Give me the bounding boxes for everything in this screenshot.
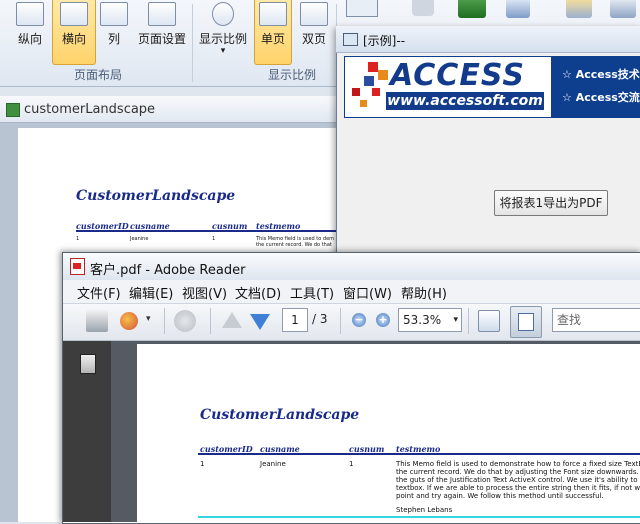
pdf-file-icon <box>70 258 85 275</box>
header-rule <box>76 230 336 232</box>
landscape-button[interactable]: 横向 <box>52 0 96 65</box>
pdf-cell-id: 1 <box>200 460 205 468</box>
cell-memo-line: the current record. We do that <box>256 242 332 248</box>
form-icon <box>343 33 358 46</box>
menu-document[interactable]: 文档(D) <box>235 283 281 302</box>
zoom-out-icon[interactable]: − <box>352 313 366 327</box>
single-page-button[interactable]: 单页 <box>254 0 292 65</box>
logo-square <box>352 88 360 96</box>
ribbon-divider <box>192 4 193 82</box>
toolbar-separator <box>164 308 165 334</box>
logo-square <box>360 100 367 107</box>
page-number-input[interactable]: 1 <box>282 308 308 332</box>
dropdown-arrow-icon[interactable]: ▾ <box>146 314 151 324</box>
zoom-in-icon[interactable]: + <box>376 313 390 327</box>
dropdown-arrow-icon: ▾ <box>220 46 226 56</box>
pages-panel-icon[interactable] <box>80 354 96 374</box>
pdf-memo-line: the current record. We do that by adjust… <box>396 468 640 476</box>
chevron-down-icon: ▾ <box>453 315 458 325</box>
zoom-value: 53.3% <box>403 313 442 327</box>
toolbar-separator <box>468 308 469 334</box>
logo-text: ACCESS <box>390 58 525 93</box>
reader-title: 客户.pdf - Adobe Reader <box>90 263 246 278</box>
group-label-zoom: 显示比例 <box>268 68 317 82</box>
pdf-memo-line: textbox. If we are able to process the e… <box>396 484 640 492</box>
report-title: CustomerLandscape <box>76 188 236 204</box>
dialog-title: [示例]-- <box>363 34 406 48</box>
pdf-header-rule <box>198 453 640 455</box>
menu-file[interactable]: 文件(F) <box>77 283 121 302</box>
report-icon <box>6 103 20 117</box>
fit-width-icon[interactable] <box>478 310 500 332</box>
text-export-icon[interactable] <box>506 0 530 18</box>
pdf-section-rule <box>198 516 640 518</box>
cell-num: 1 <box>212 236 216 242</box>
pdf-signature: Stephen Lebans <box>396 506 453 514</box>
print-icon[interactable] <box>86 310 108 332</box>
document-title[interactable]: customerLandscape <box>24 102 155 117</box>
next-page-icon[interactable] <box>250 314 270 330</box>
columns-icon <box>100 2 128 26</box>
fit-page-icon <box>518 313 534 331</box>
menu-window[interactable]: 窗口(W) <box>343 283 392 302</box>
group-label-page-layout: 页面布局 <box>74 68 123 82</box>
cell-id: 1 <box>76 236 80 242</box>
toolbar-separator <box>210 308 211 334</box>
cell-name: Jeanine <box>130 236 149 242</box>
banner-line: ☆ Access技术 <box>562 68 640 81</box>
magnifier-icon <box>212 2 234 26</box>
logo-square <box>364 76 374 86</box>
pdf-memo-line: point and try again. We follow this meth… <box>396 492 604 500</box>
logo-square <box>378 70 388 80</box>
zoom-button[interactable]: 显示比例 ▾ <box>196 0 250 64</box>
menu-help[interactable]: 帮助(H) <box>401 283 447 302</box>
portrait-button[interactable]: 纵向 <box>10 0 50 64</box>
pdf-memo-line: the guts of the Justification Text Activ… <box>396 476 640 484</box>
pdf-cell-name: Jeanine <box>260 460 286 468</box>
previous-page-icon[interactable] <box>222 312 242 328</box>
refresh-icon[interactable] <box>412 0 434 16</box>
fit-page-button[interactable] <box>510 306 542 338</box>
export-pdf-button[interactable]: 将报表1导出为PDF <box>494 190 608 216</box>
portrait-icon <box>16 2 44 26</box>
multi-page-icon[interactable] <box>346 0 378 17</box>
pdf-memo-line: This Memo field is used to demonstrate h… <box>396 460 640 468</box>
banner-line: ☆ Access交流 <box>562 91 640 104</box>
page-setup-button[interactable]: 页面设置 <box>134 0 190 64</box>
logo-square <box>368 62 378 72</box>
menu-tools[interactable]: 工具(T) <box>290 283 334 302</box>
pdf-cell-num: 1 <box>349 460 354 468</box>
toolbar-separator <box>340 308 341 334</box>
page-total: / 3 <box>312 312 328 326</box>
zoom-select[interactable]: 53.3% ▾ <box>398 308 462 332</box>
pdf-report-title: CustomerLandscape <box>200 407 360 423</box>
two-page-button[interactable]: 双页 <box>296 0 332 64</box>
hand-tool-icon[interactable] <box>174 310 196 332</box>
single-page-icon <box>259 2 287 26</box>
two-page-icon <box>300 2 328 26</box>
excel-export-icon[interactable] <box>458 0 486 18</box>
share-icon[interactable] <box>120 312 138 330</box>
email-icon[interactable] <box>610 0 636 18</box>
landscape-icon <box>60 2 88 26</box>
menu-edit[interactable]: 编辑(E) <box>129 283 173 302</box>
pdf-export-icon[interactable] <box>566 0 592 18</box>
search-input[interactable]: 查找 <box>552 308 640 332</box>
menu-view[interactable]: 视图(V) <box>182 283 227 302</box>
printer-icon <box>148 2 176 26</box>
columns-button[interactable]: 列 <box>98 0 130 64</box>
logo-url: www.accessoft.com <box>386 92 544 110</box>
logo-square <box>372 88 380 96</box>
